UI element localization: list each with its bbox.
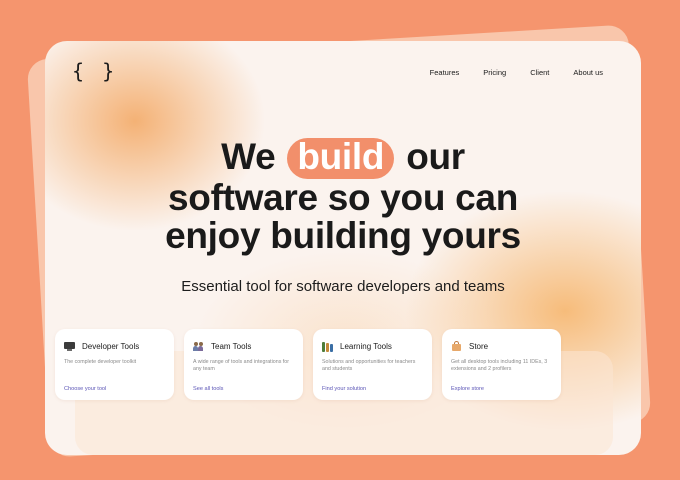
top-nav: Features Pricing Client About us [430, 68, 603, 77]
hero-word-we: We [221, 136, 276, 177]
nav-client[interactable]: Client [530, 68, 549, 77]
monitor-icon [64, 341, 75, 352]
card-description: Solutions and opportunities for teachers… [322, 359, 416, 372]
choose-tool-link[interactable]: Choose your tool [64, 386, 106, 392]
explore-store-link[interactable]: Explore store [451, 386, 484, 392]
nav-pricing[interactable]: Pricing [483, 68, 506, 77]
store-icon [451, 340, 462, 352]
card-team-tools[interactable]: Team Tools A wide range of tools and int… [184, 329, 303, 400]
card-developer-tools[interactable]: Developer Tools The complete developer t… [55, 329, 174, 400]
see-all-tools-link[interactable]: See all tools [193, 386, 223, 392]
hero-heading: We build our software so you can enjoy b… [45, 138, 641, 255]
card-description: Get all desktop tools including 11 IDEs,… [451, 359, 548, 372]
card-title: Developer Tools [82, 341, 140, 351]
card-title: Learning Tools [340, 341, 392, 351]
card-title: Store [469, 341, 489, 351]
nav-about[interactable]: About us [573, 68, 603, 77]
logo[interactable]: { } [72, 59, 117, 83]
hero-word-our: our [406, 136, 465, 177]
nav-features[interactable]: Features [430, 68, 460, 77]
hero-highlight-pill: build [287, 138, 395, 179]
card-description: The complete developer toolkit [64, 359, 137, 365]
card-description: A wide range of tools and integrations f… [193, 359, 289, 372]
card-title: Team Tools [211, 341, 252, 351]
hero-line-2: software so you can [167, 177, 518, 218]
hero-line-3: enjoy building yours [165, 215, 521, 256]
tool-cards: Developer Tools The complete developer t… [55, 329, 561, 400]
card-learning-tools[interactable]: Learning Tools Solutions and opportuniti… [313, 329, 432, 400]
hero-subtitle: Essential tool for software developers a… [181, 278, 505, 295]
hero-line-1: We build our [45, 138, 641, 179]
card-store[interactable]: Store Get all desktop tools including 11… [442, 329, 561, 400]
find-solution-link[interactable]: Find your solution [322, 386, 366, 392]
books-icon [322, 341, 333, 352]
people-icon [193, 341, 204, 352]
